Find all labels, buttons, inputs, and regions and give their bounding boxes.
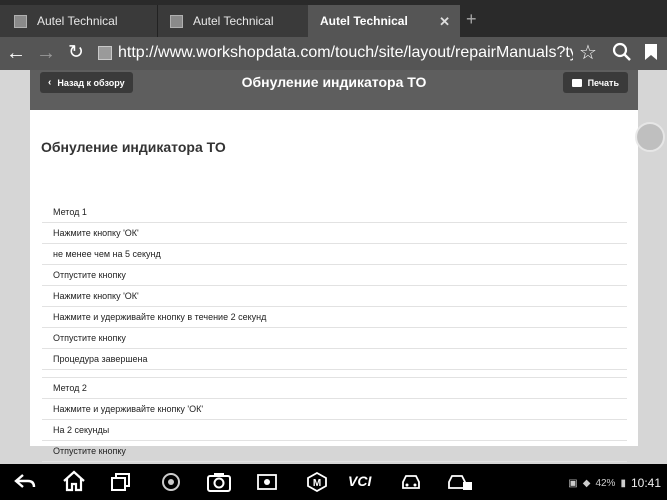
- close-tab-icon[interactable]: ✕: [439, 14, 450, 30]
- svg-text:M: M: [313, 478, 321, 489]
- vehicle-icon[interactable]: [400, 472, 422, 492]
- procedure-step: Метод 1: [42, 202, 627, 223]
- recent-apps-icon[interactable]: [110, 472, 132, 492]
- reload-icon[interactable]: ↻: [64, 41, 88, 65]
- procedure-step: Нажмите кнопку 'ОК': [42, 286, 627, 307]
- procedure-step: Отпустите кнопку: [42, 441, 627, 462]
- tab-strip: Autel Technical Autel Technical Autel Te…: [0, 0, 667, 37]
- search-icon[interactable]: [612, 42, 632, 62]
- favicon-icon: [14, 14, 27, 28]
- bookmarks-icon[interactable]: [644, 43, 658, 61]
- system-navigation-bar: M VCI ▣ ◆ 42% ▮ 10:41: [0, 464, 667, 500]
- wifi-icon: ◆: [582, 477, 591, 489]
- procedure-step: Нажмите кнопку 'ОК': [42, 223, 627, 244]
- procedure-step: Метод 2: [42, 378, 627, 399]
- print-button[interactable]: Печать: [562, 72, 628, 93]
- back-icon[interactable]: [14, 472, 36, 492]
- web-page: ‹ Назад к обзору Обнуление индикатора ТО…: [0, 70, 667, 483]
- procedure-step: Процедура завершена: [42, 349, 627, 370]
- url-field[interactable]: http://www.workshopdata.com/touch/site/l…: [118, 44, 573, 62]
- procedure-step: Отпустите кнопку: [42, 265, 627, 286]
- tab-2[interactable]: Autel Technical: [158, 5, 308, 37]
- forward-arrow-icon[interactable]: →: [34, 41, 58, 65]
- battery-icon: ▮: [620, 477, 626, 489]
- procedure-step: не менее чем на 5 секунд: [42, 244, 627, 265]
- procedure-step: Отпустите кнопку: [42, 328, 627, 349]
- spacer-row: [42, 370, 627, 378]
- battery-level: 42%: [595, 477, 616, 489]
- page-header: ‹ Назад к обзору Обнуление индикатора ТО…: [30, 70, 638, 110]
- section-title: Обнуление индикатора ТО: [41, 139, 226, 155]
- tab-title: Autel Technical: [193, 14, 274, 28]
- procedure-step: Нажмите и удерживайте кнопку 'ОК': [42, 399, 627, 420]
- status-area: ▣ ◆ 42% ▮ 10:41: [568, 476, 661, 490]
- vci-icon[interactable]: VCI: [348, 473, 380, 493]
- content-card: Обнуление индикатора ТО Метод 1 Нажмите к…: [30, 110, 638, 483]
- procedure-step: Нажмите и удерживайте кнопку в течение 2…: [42, 307, 627, 328]
- print-button-label: Печать: [587, 77, 619, 88]
- tab-1[interactable]: Autel Technical: [0, 5, 158, 37]
- page-title: Обнуление индикатора ТО: [241, 74, 427, 90]
- new-tab-icon[interactable]: +: [466, 10, 477, 28]
- bookmark-star-icon[interactable]: ☆: [579, 40, 597, 65]
- tab-title: Autel Technical: [37, 14, 118, 28]
- back-arrow-icon[interactable]: ←: [4, 41, 28, 65]
- tab-title: Autel Technical: [320, 14, 408, 28]
- screenshot-notification-icon: ▣: [568, 477, 578, 489]
- printer-icon: [571, 78, 582, 87]
- favicon-icon: [170, 14, 183, 28]
- chrome-icon[interactable]: [160, 472, 182, 492]
- home-icon[interactable]: [62, 470, 86, 492]
- camera-icon[interactable]: [206, 470, 232, 494]
- procedure-step: На 2 секунды: [42, 420, 627, 441]
- maxisys-m-icon[interactable]: M: [306, 472, 328, 492]
- remote-support-icon[interactable]: [446, 472, 474, 492]
- scroll-handle[interactable]: [635, 122, 665, 152]
- screen-brightness-icon[interactable]: [256, 472, 278, 492]
- page-icon: [98, 46, 112, 60]
- clock: 10:41: [630, 476, 661, 490]
- tab-3-active[interactable]: Autel Technical ✕: [308, 5, 460, 37]
- address-bar: ← → ↻ http://www.workshopdata.com/touch/…: [0, 37, 667, 70]
